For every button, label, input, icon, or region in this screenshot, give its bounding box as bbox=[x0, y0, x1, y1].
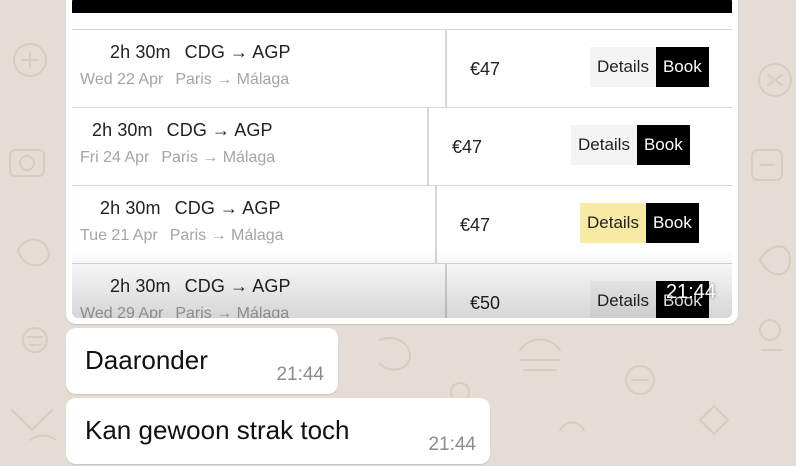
row-divider bbox=[445, 264, 447, 318]
flight-date: Tue 21 Apr bbox=[80, 227, 158, 244]
flight-cities: Paris → Málaga bbox=[169, 227, 284, 244]
flight-price: €47 bbox=[470, 59, 501, 79]
flight-duration: 2h 30m bbox=[92, 120, 153, 140]
flight-route: CDG → AGP bbox=[166, 120, 273, 140]
flight-date: Fri 24 Apr bbox=[80, 149, 150, 166]
flight-duration: 2h 30m bbox=[110, 42, 171, 62]
flight-time-line: 2h 30m CDG → AGP bbox=[110, 276, 291, 297]
flight-results-screenshot[interactable]: 2h 30m CDG → AGP Wed 22 Apr Paris → Málaga… bbox=[72, 0, 732, 318]
row-divider bbox=[427, 108, 429, 185]
details-button[interactable]: Details bbox=[590, 281, 656, 318]
flight-date: Wed 22 Apr bbox=[80, 71, 164, 88]
flight-time-line: 2h 30m CDG → AGP bbox=[100, 198, 281, 219]
image-message-time: 21:44 bbox=[665, 281, 716, 303]
message-bubble[interactable]: Kan gewoon strak toch 21:44 bbox=[66, 398, 490, 464]
flight-cities: Paris → Málaga bbox=[175, 305, 290, 318]
flight-sub-line: Wed 22 Apr Paris → Málaga bbox=[80, 71, 289, 89]
flight-route: CDG → AGP bbox=[184, 276, 291, 296]
flight-row: 2h 30m CDG → AGP Tue 21 Apr Paris → Málaga… bbox=[72, 185, 732, 263]
flight-sub-line: Fri 24 Apr Paris → Málaga bbox=[80, 149, 275, 167]
message-text: Kan gewoon strak toch bbox=[85, 415, 350, 445]
flight-time-line: 2h 30m CDG → AGP bbox=[92, 120, 273, 141]
flight-cities: Paris → Málaga bbox=[161, 149, 276, 166]
flight-sub-line: Wed 29 Apr Paris → Málaga bbox=[80, 305, 289, 318]
flight-price: €47 bbox=[460, 215, 491, 235]
message-time: 21:44 bbox=[428, 434, 476, 455]
flight-date: Wed 29 Apr bbox=[80, 305, 164, 318]
details-button[interactable]: Details bbox=[571, 125, 637, 165]
message-text: Daaronder bbox=[85, 345, 208, 375]
book-button[interactable]: Book bbox=[645, 203, 699, 243]
details-button[interactable]: Details bbox=[590, 47, 656, 87]
flight-actions: Details Book bbox=[590, 47, 709, 87]
book-button[interactable]: Book bbox=[655, 47, 709, 87]
message-time: 21:44 bbox=[276, 364, 324, 385]
row-divider bbox=[435, 186, 437, 263]
details-button[interactable]: Details bbox=[580, 203, 646, 243]
flight-row: 2h 30m CDG → AGP Fri 24 Apr Paris → Málaga… bbox=[72, 107, 732, 185]
flight-route: CDG → AGP bbox=[184, 42, 291, 62]
image-message-bubble[interactable]: 2h 30m CDG → AGP Wed 22 Apr Paris → Málaga… bbox=[66, 0, 738, 324]
flight-sub-line: Tue 21 Apr Paris → Málaga bbox=[80, 227, 284, 245]
flight-cities: Paris → Málaga bbox=[175, 71, 290, 88]
flight-row: 2h 30m CDG → AGP Wed 22 Apr Paris → Málaga… bbox=[72, 29, 732, 107]
flight-time-line: 2h 30m CDG → AGP bbox=[110, 42, 291, 63]
row-divider bbox=[445, 30, 447, 107]
flight-row: 2h 30m CDG → AGP Wed 29 Apr Paris → Málaga… bbox=[72, 263, 732, 318]
screenshot-header-bar bbox=[72, 0, 732, 13]
flight-duration: 2h 30m bbox=[100, 198, 161, 218]
flight-actions: Details Book bbox=[571, 125, 690, 165]
flight-price: €47 bbox=[452, 137, 483, 157]
flight-duration: 2h 30m bbox=[110, 276, 171, 296]
book-button[interactable]: Book bbox=[636, 125, 690, 165]
flight-route: CDG → AGP bbox=[174, 198, 281, 218]
flight-actions: Details Book bbox=[580, 203, 699, 243]
flight-price: €50 bbox=[470, 293, 501, 313]
message-bubble[interactable]: Daaronder 21:44 bbox=[66, 328, 338, 394]
